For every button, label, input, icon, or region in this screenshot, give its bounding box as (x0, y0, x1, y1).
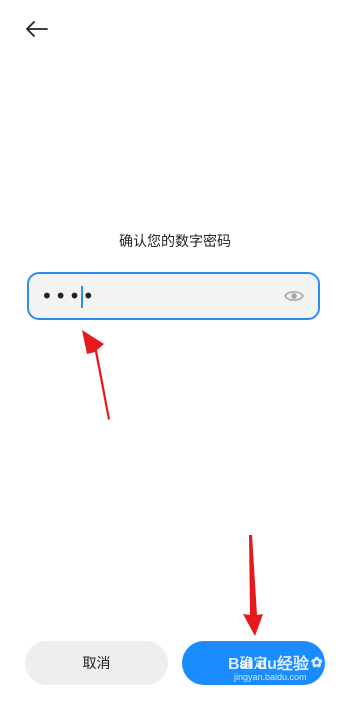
eye-icon[interactable] (284, 289, 304, 303)
arrow-left-icon (26, 21, 48, 37)
page-title: 确认您的数字密码 (119, 234, 231, 250)
password-input[interactable]: •••• (27, 272, 320, 320)
annotation-arrow-to-field (82, 330, 110, 420)
cancel-button[interactable]: 取消 (25, 641, 168, 685)
text-caret (81, 286, 83, 308)
annotation-arrows (82, 330, 263, 636)
watermark-url: jingyan.baidu.com (234, 672, 307, 682)
annotation-arrow-to-confirm (243, 535, 263, 636)
password-mask: •••• (41, 284, 97, 308)
back-button[interactable] (22, 14, 52, 44)
watermark-logo: Bai du经验 ✿ (228, 653, 323, 674)
